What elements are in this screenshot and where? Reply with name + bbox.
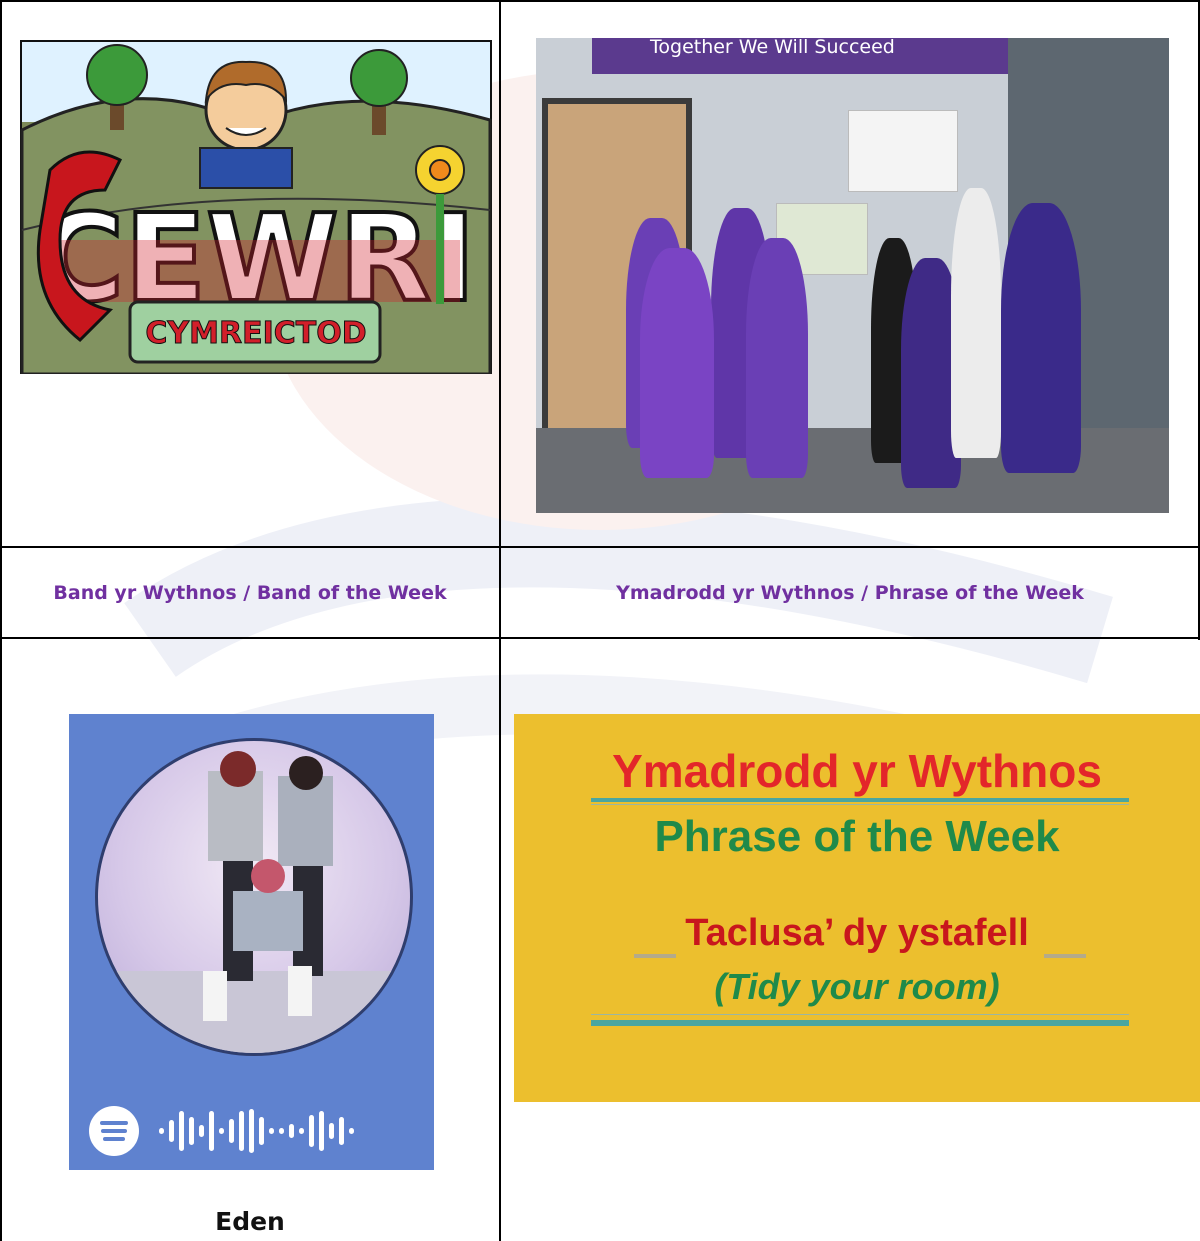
- photo-child: [951, 188, 1001, 458]
- phrase-english: (Tidy your room): [714, 966, 1000, 1007]
- photo-child: [640, 248, 714, 478]
- photo-child: [1001, 203, 1081, 473]
- band-of-week-header: Band yr Wythnos / Band of the Week: [53, 582, 447, 604]
- phrase-card-title-english: Phrase of the Week: [654, 812, 1060, 861]
- layout-table: CEWRI CYMREICTOD Together We Will Succee…: [0, 0, 1200, 1241]
- phrase-welsh: Taclusa’ dy ystafell: [685, 912, 1029, 954]
- divider: [1044, 954, 1086, 958]
- band-name: Eden: [215, 1207, 285, 1236]
- photo-banner: Together We Will Succeed: [592, 38, 1022, 74]
- divider: [591, 1014, 1129, 1015]
- children-photo: Together We Will Succeed: [536, 38, 1169, 513]
- photo-poster: [848, 110, 958, 192]
- band-photo: [95, 738, 413, 1056]
- phrase-of-week-header: Ymadrodd yr Wythnos / Phrase of the Week: [616, 582, 1084, 604]
- phrase-card: Ymadrodd yr Wythnos Phrase of the Week T…: [514, 714, 1200, 1102]
- spotify-code-card: [69, 714, 434, 1170]
- spotify-scan-code: [159, 1109, 354, 1153]
- cewri-logo-image: CEWRI CYMREICTOD: [20, 40, 492, 374]
- spotify-icon: [89, 1106, 139, 1156]
- divider: [591, 804, 1129, 805]
- divider: [591, 798, 1129, 802]
- divider: [634, 954, 676, 958]
- table-border-top: [0, 0, 1200, 2]
- photo-child: [746, 238, 808, 478]
- divider: [591, 1020, 1129, 1026]
- logo-subtitle: CYMREICTOD: [145, 316, 366, 351]
- phrase-card-title-welsh: Ymadrodd yr Wythnos: [612, 745, 1102, 797]
